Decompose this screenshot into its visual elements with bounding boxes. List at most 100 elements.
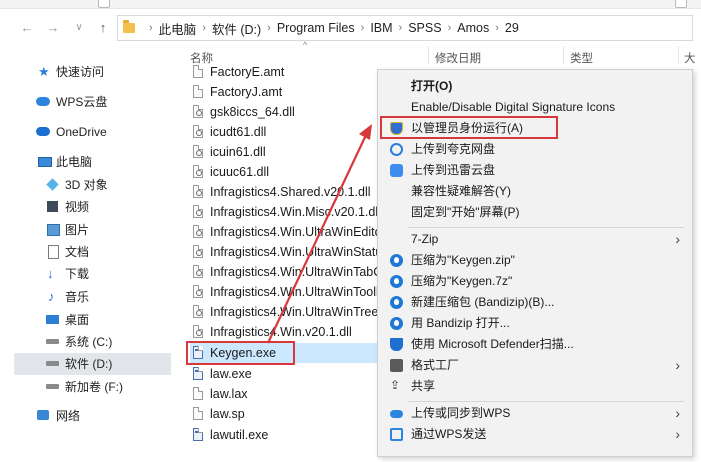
file-row[interactable]: law.exe [190,364,386,384]
menu-item-pin-start[interactable]: 固定到"开始"屏幕(P) [378,202,692,223]
file-row[interactable]: Infragistics4.Shared.v20.1.dll [190,182,386,202]
folder-icon [123,20,135,33]
chevron-right-icon: › [675,231,680,247]
file-row[interactable]: Infragistics4.Win.UltraWinEditors.v20.1.… [190,222,386,242]
sidebar-item-quick-access[interactable]: ★ 快速访问 [36,61,176,83]
file-row[interactable]: Infragistics4.Win.v20.1.dll [190,322,386,342]
share-icon: ⇪ [390,378,401,392]
file-row[interactable]: law.lax [190,384,386,404]
bandizip-icon [390,317,403,330]
menu-item-wps-send[interactable]: 通过WPS发送 › [378,424,692,445]
menu-label: 上传到迅雷云盘 [411,163,496,177]
file-row[interactable]: FactoryJ.amt [190,82,386,102]
sidebar-item-downloads[interactable]: ↓ 下载 [46,263,176,285]
sidebar-item-videos[interactable]: 视频 [46,196,176,218]
file-row[interactable]: gsk8iccs_64.dll [190,102,386,122]
forward-button[interactable]: → [46,18,60,38]
drive-icon [46,384,59,389]
sidebar-item-drive-d[interactable]: 软件 (D:) [14,353,171,375]
sidebar-label: 快速访问 [56,65,105,79]
sidebar-item-drive-c[interactable]: 系统 (C:) [46,331,176,353]
breadcrumb-ibm[interactable]: IBM [370,21,392,35]
menu-item-new-archive[interactable]: 新建压缩包 (Bandizip)(B)... [378,292,692,313]
file-name: law.lax [210,387,248,401]
back-button[interactable]: ← [20,18,34,38]
sidebar-item-music[interactable]: ♪ 音乐 [46,286,176,308]
column-divider[interactable] [428,46,429,64]
file-row[interactable]: FactoryE.amt [190,62,386,82]
dll-file-icon [193,265,203,278]
file-name: icuin61.dll [210,145,266,159]
file-row[interactable]: Infragistics4.Win.Misc.v20.1.dll [190,202,386,222]
recent-locations-button[interactable]: ∨ [72,18,86,38]
breadcrumb-amos[interactable]: Amos [457,21,489,35]
breadcrumb-this-pc[interactable]: 此电脑 [159,19,197,38]
wps-send-icon [390,428,403,441]
file-row[interactable]: lawutil.exe [190,425,386,445]
menu-item-share[interactable]: ⇪ 共享 [378,376,692,397]
column-divider[interactable] [678,46,679,64]
dll-file-icon [193,145,203,158]
sidebar-item-onedrive[interactable]: OneDrive [36,121,176,143]
file-row[interactable]: Infragistics4.Win.UltraWinToolbars.v20.1… [190,282,386,302]
keygen-highlight-box [186,341,295,365]
sidebar-item-drive-f[interactable]: 新加卷 (F:) [46,376,176,398]
menu-label: 格式工厂 [411,358,460,372]
file-icon [193,85,203,98]
menu-item-7zip[interactable]: 7-Zip › [378,229,692,250]
bandizip-icon [390,296,403,309]
sidebar-item-3d-objects[interactable]: 3D 对象 [46,174,176,196]
menu-item-compress-7z[interactable]: 压缩为"Keygen.7z" [378,271,692,292]
sidebar-item-this-pc[interactable]: 此电脑 [36,151,176,173]
sort-caret-icon: ^ [303,40,308,50]
file-name: Infragistics4.Win.v20.1.dll [210,325,352,339]
column-divider[interactable] [563,46,564,64]
file-row[interactable]: icudt61.dll [190,122,386,142]
file-row[interactable]: icuin61.dll [190,142,386,162]
up-button[interactable]: ↑ [96,18,110,38]
menu-item-upload-xunlei[interactable]: 上传到迅雷云盘 [378,160,692,181]
menu-item-signature-icons[interactable]: Enable/Disable Digital Signature Icons [378,97,692,118]
drive-icon [46,339,59,344]
file-row[interactable]: icuuc61.dll [190,162,386,182]
chevron-right-icon: › [675,405,680,421]
breadcrumb-spss[interactable]: SPSS [408,21,441,35]
download-icon: ↓ [47,266,54,281]
breadcrumb-drive-d[interactable]: 软件 (D:) [212,19,261,38]
menu-item-wps-sync[interactable]: 上传或同步到WPS › [378,403,692,424]
file-row[interactable]: Infragistics4.Win.UltraWinTree.v20.1.dll [190,302,386,322]
sidebar-item-pictures[interactable]: 图片 [46,219,176,241]
column-header-type[interactable]: 类型 [570,50,593,66]
sidebar-item-desktop[interactable]: 桌面 [46,309,176,331]
run-as-admin-highlight-box [380,116,558,139]
menu-item-open[interactable]: 打开(O) [378,76,692,97]
sidebar-label: 系统 (C:) [65,335,113,349]
menu-item-upload-quark[interactable]: 上传到夸克网盘 [378,139,692,160]
dll-file-icon [193,305,203,318]
file-name: gsk8iccs_64.dll [210,105,295,119]
file-name: lawutil.exe [210,428,269,442]
sidebar-item-wps-cloud[interactable]: WPS云盘 [36,91,176,113]
sidebar-item-documents[interactable]: 文档 [46,241,176,263]
music-icon: ♪ [48,289,55,304]
menu-item-format-factory[interactable]: 格式工厂 › [378,355,692,376]
column-header-modified[interactable]: 修改日期 [435,50,481,66]
sidebar-item-network[interactable]: 网络 [36,405,176,427]
breadcrumb-29[interactable]: 29 [505,21,519,35]
file-row[interactable]: law.sp [190,404,386,424]
breadcrumb-program-files[interactable]: Program Files [277,21,355,35]
menu-label: 用 Bandizip 打开... [411,316,510,330]
file-row[interactable]: Infragistics4.Win.UltraWinTabControl.v20… [190,262,386,282]
file-row[interactable]: Infragistics4.Win.UltraWinStatusBar.v20.… [190,242,386,262]
cube-icon [46,178,59,191]
menu-item-open-bandizip[interactable]: 用 Bandizip 打开... [378,313,692,334]
menu-item-compatibility[interactable]: 兼容性疑难解答(Y) [378,181,692,202]
menu-item-defender-scan[interactable]: 使用 Microsoft Defender扫描... [378,334,692,355]
dll-file-icon [193,205,203,218]
menu-item-compress-zip[interactable]: 压缩为"Keygen.zip" [378,250,692,271]
menu-label: 压缩为"Keygen.7z" [411,274,513,288]
file-icon [193,387,203,400]
video-icon [47,201,58,212]
column-header-size[interactable]: 大 [684,50,696,66]
address-bar[interactable]: › 此电脑 › 软件 (D:) › Program Files › IBM › … [117,15,693,41]
